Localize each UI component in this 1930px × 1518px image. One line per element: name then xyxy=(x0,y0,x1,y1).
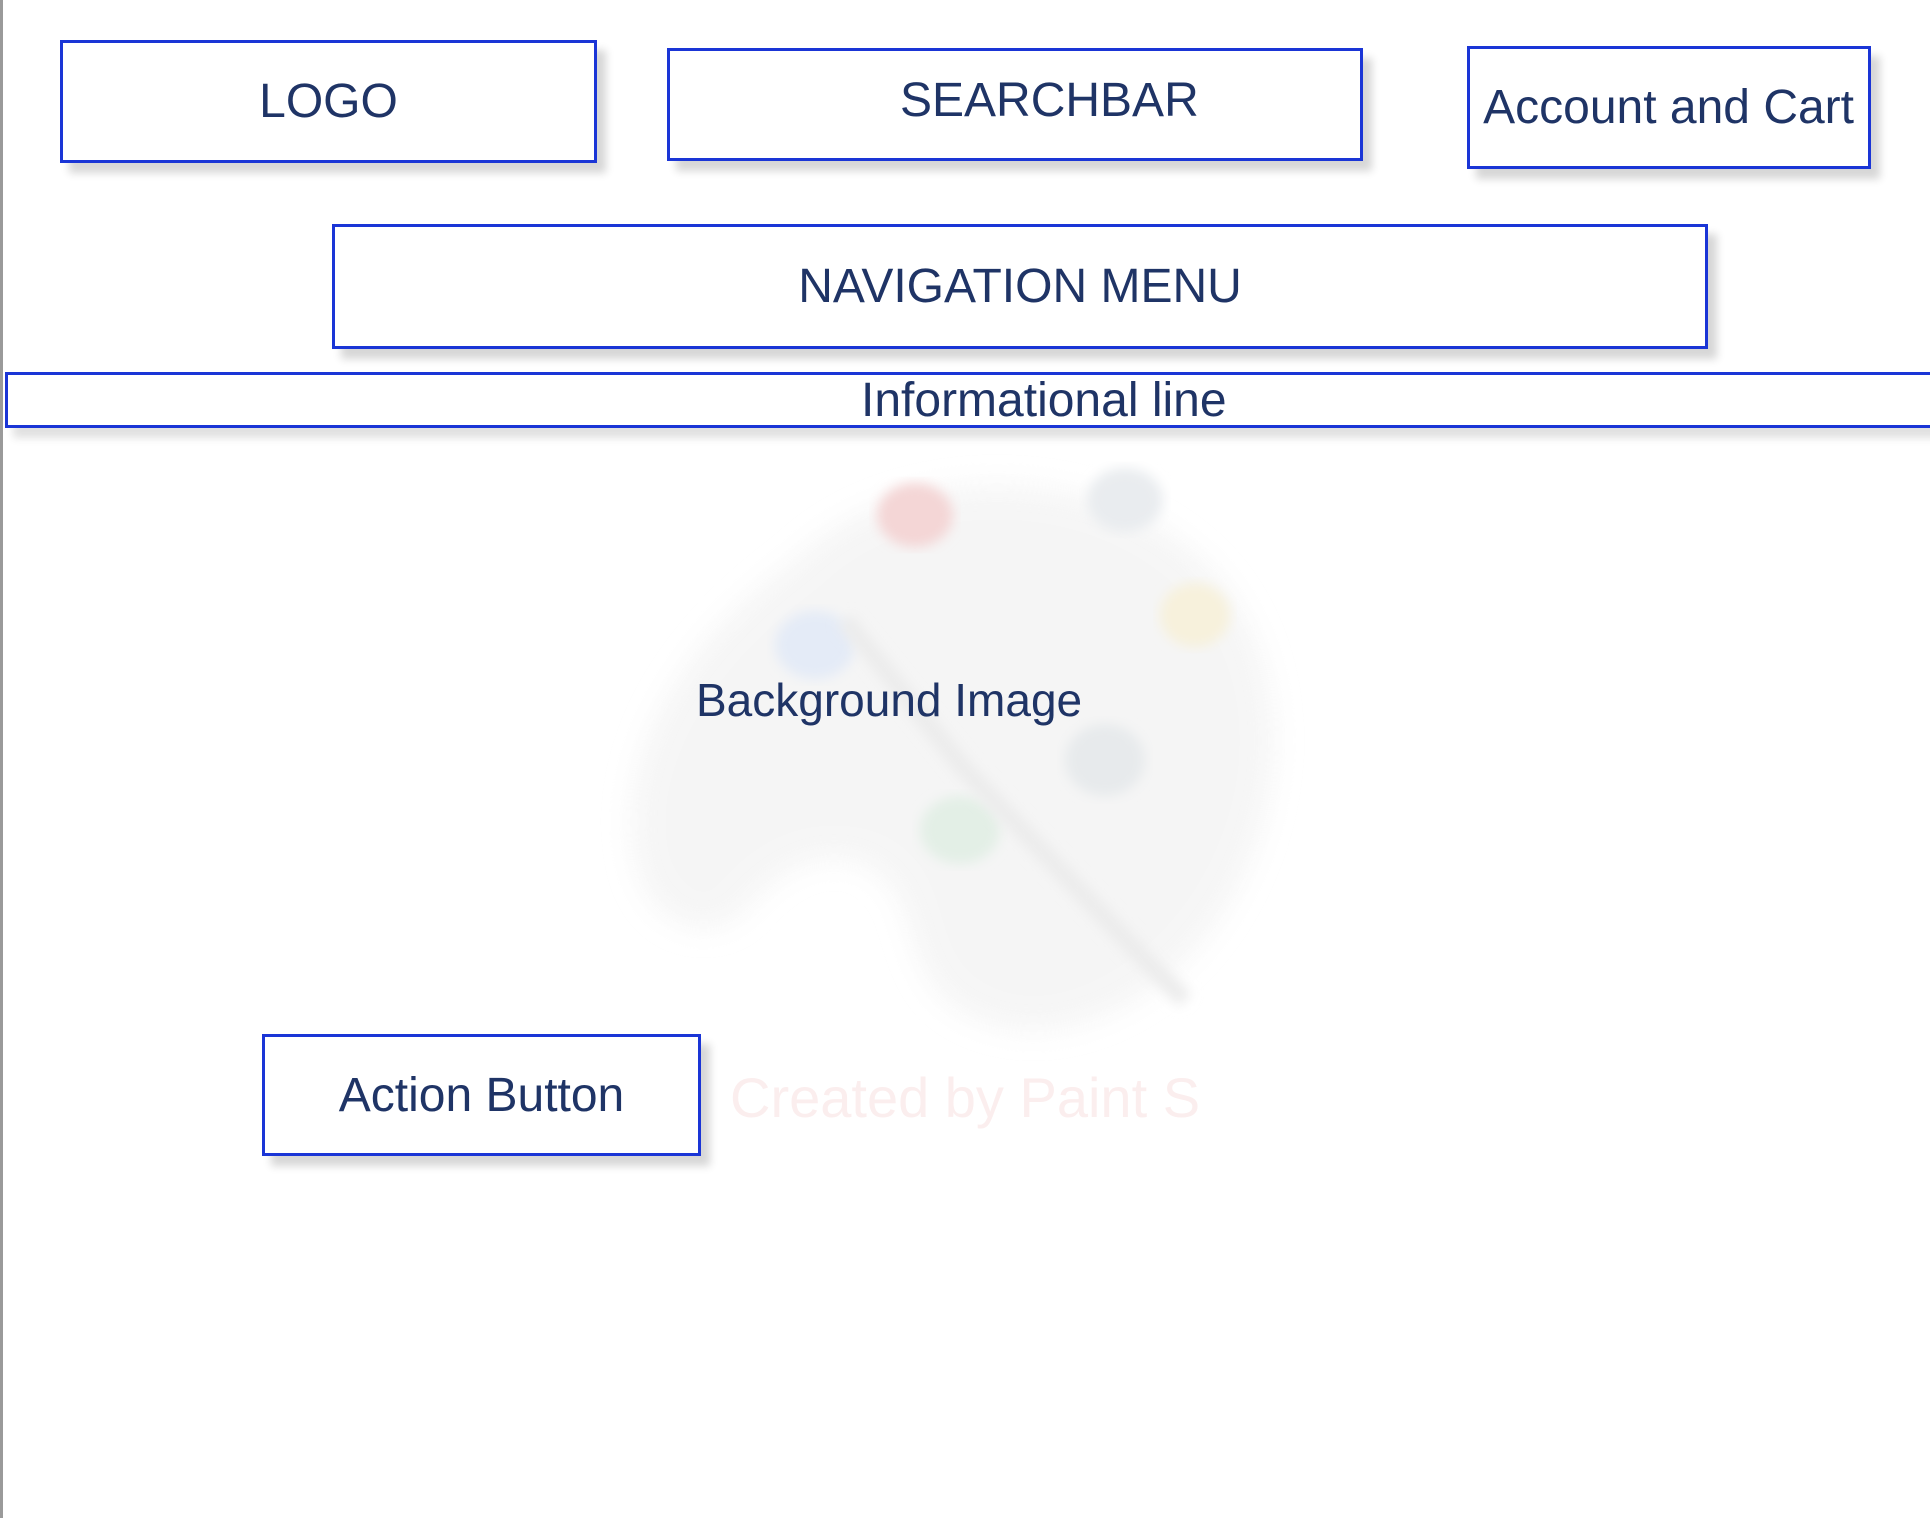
searchbar-label: SEARCHBAR xyxy=(900,74,1199,127)
informational-line-placeholder: Informational line xyxy=(5,372,1930,428)
navigation-menu-placeholder[interactable]: NAVIGATION MENU xyxy=(332,224,1708,349)
informational-line-label: Informational line xyxy=(861,373,1227,427)
action-button-placeholder[interactable]: Action Button xyxy=(262,1034,701,1156)
searchbar-placeholder[interactable]: SEARCHBAR xyxy=(667,48,1363,161)
window-edge xyxy=(0,0,3,1518)
watermark-text: Created by Paint S xyxy=(730,1066,1201,1129)
background-image-label: Background Image xyxy=(696,674,1083,726)
paint-palette-icon xyxy=(631,468,1274,1031)
action-button-label: Action Button xyxy=(338,1068,625,1122)
account-cart-label: Account and Cart xyxy=(1483,81,1854,134)
logo-label: LOGO xyxy=(259,75,398,128)
navigation-menu-label: NAVIGATION MENU xyxy=(798,260,1242,313)
logo-placeholder[interactable]: LOGO xyxy=(60,40,597,163)
wireframe-canvas: LOGO SEARCHBAR Account and Cart NAVIGATI… xyxy=(0,0,1930,1518)
account-cart-placeholder[interactable]: Account and Cart xyxy=(1467,46,1871,169)
